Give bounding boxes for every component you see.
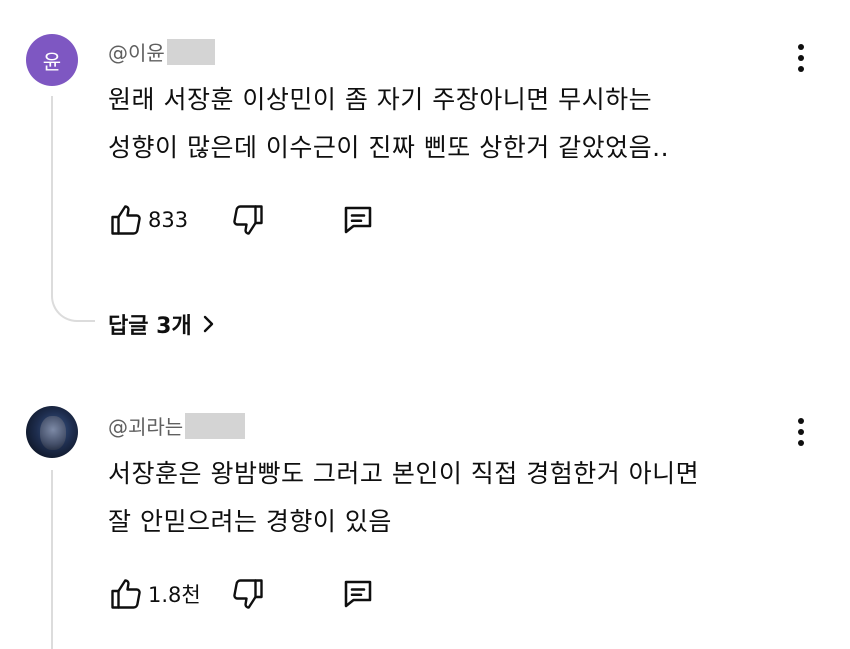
avatar[interactable] <box>26 406 78 458</box>
comment-actions: 833 <box>108 200 408 240</box>
avatar-photo <box>40 416 66 450</box>
comment-text-line: 원래 서장훈 이상민이 좀 자기 주장아니면 무시하는 <box>108 85 653 114</box>
comment-actions: 1.8천 <box>108 574 408 614</box>
comment-text: 원래 서장훈 이상민이 좀 자기 주장아니면 무시하는 성향이 많은데 이수근이… <box>108 76 800 172</box>
view-replies-button[interactable]: 답글 3개 <box>108 308 216 340</box>
thumbs-up-icon <box>111 205 141 235</box>
comment-1: 윤 @이윤 원래 서장훈 이상민이 좀 자기 주장아니면 무시하는 성향이 많은… <box>0 0 850 370</box>
reply-button[interactable] <box>340 574 376 614</box>
author-name[interactable]: @이윤 <box>108 37 165 66</box>
avatar[interactable]: 윤 <box>26 34 78 86</box>
dislike-button[interactable] <box>230 200 266 240</box>
more-options-button[interactable] <box>796 44 806 72</box>
redacted-block <box>166 38 215 65</box>
author-name[interactable]: @괴라는 <box>108 411 183 440</box>
replies-label: 답글 3개 <box>108 314 192 339</box>
thread-line <box>51 470 53 649</box>
like-count: 1.8천 <box>148 583 201 607</box>
comment-text-line: 잘 안믿으려는 경향이 있음 <box>108 507 392 536</box>
comment-2: @괴라는 서장훈은 왕밤빵도 그러고 본인이 직접 경험한거 아니면 잘 안믿으… <box>0 370 850 649</box>
more-dot <box>798 440 804 446</box>
comment-text-line: 서장훈은 왕밤빵도 그러고 본인이 직접 경험한거 아니면 <box>108 459 700 488</box>
more-dot <box>798 55 804 61</box>
thread-line <box>51 96 53 286</box>
thread-connector <box>51 284 95 322</box>
like-count: 833 <box>148 208 189 232</box>
thumbs-down-icon <box>233 579 263 609</box>
more-vertical-icon <box>798 44 804 50</box>
reply-button[interactable] <box>340 200 376 240</box>
comment-text: 서장훈은 왕밤빵도 그러고 본인이 직접 경험한거 아니면 잘 안믿으려는 경향… <box>108 450 800 546</box>
more-dot <box>798 66 804 72</box>
like-button[interactable]: 1.8천 <box>108 574 201 614</box>
dislike-button[interactable] <box>230 574 266 614</box>
more-options-button[interactable] <box>796 418 806 446</box>
comment-icon <box>344 580 372 608</box>
comment-author[interactable]: @괴라는 <box>108 411 246 440</box>
more-vertical-icon <box>798 418 804 424</box>
thumbs-up-icon <box>111 579 141 609</box>
avatar-letter: 윤 <box>42 49 62 74</box>
chevron-right-icon <box>203 315 213 333</box>
thumbs-down-icon <box>233 205 263 235</box>
more-dot <box>798 429 804 435</box>
redacted-block <box>185 412 246 439</box>
comment-icon <box>344 206 372 234</box>
like-button[interactable]: 833 <box>108 200 188 240</box>
comment-text-line: 성향이 많은데 이수근이 진짜 삔또 상한거 같았었음.. <box>108 133 670 162</box>
comment-author[interactable]: @이윤 <box>108 37 215 66</box>
